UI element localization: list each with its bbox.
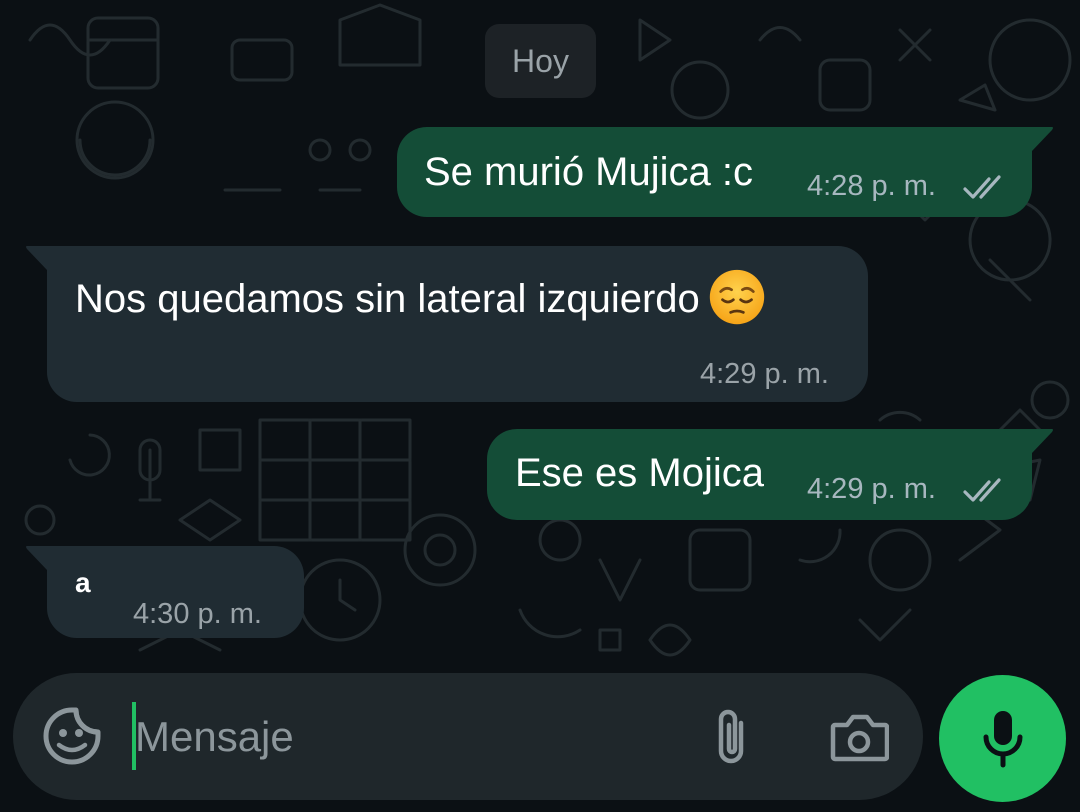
outgoing-message[interactable]: Ese es Mojica 4:29 p. m. xyxy=(487,429,1032,520)
incoming-message[interactable]: Nos quedamos sin lateral izquierdo 4:29 … xyxy=(47,246,868,402)
message-text: Ese es Mojica xyxy=(515,451,764,495)
voice-message-button[interactable] xyxy=(939,675,1066,802)
message-time: 4:30 p. m. xyxy=(133,598,262,630)
camera-icon[interactable] xyxy=(829,713,889,763)
message-time: 4:29 p. m. xyxy=(700,358,829,390)
message-input[interactable] xyxy=(135,707,655,767)
pensive-face-emoji-icon xyxy=(709,270,764,325)
day-separator: Hoy xyxy=(485,24,596,98)
paperclip-icon[interactable] xyxy=(711,705,753,769)
outgoing-message[interactable]: Se murió Mujica :c 4:28 p. m. xyxy=(397,127,1032,217)
message-text-wrap: Nos quedamos sin lateral izquierdo xyxy=(75,270,766,326)
double-check-icon xyxy=(963,175,1001,199)
double-check-icon xyxy=(963,478,1001,502)
message-text: Se murió Mujica :c xyxy=(424,150,753,194)
chat-screen: Hoy Se murió Mujica :c 4:28 p. m. Nos qu… xyxy=(0,0,1080,812)
message-composer xyxy=(13,673,923,800)
microphone-icon xyxy=(983,710,1022,767)
message-time: 4:29 p. m. xyxy=(807,473,936,505)
incoming-message[interactable]: a 4:30 p. m. xyxy=(47,546,304,638)
message-text: a xyxy=(75,567,91,598)
message-text: Nos quedamos sin lateral izquierdo xyxy=(75,277,700,321)
sticker-icon[interactable] xyxy=(41,705,103,767)
message-time: 4:28 p. m. xyxy=(807,170,936,202)
